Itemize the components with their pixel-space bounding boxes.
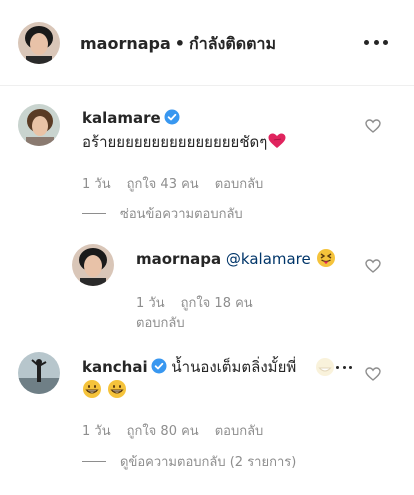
- header-avatar[interactable]: [18, 22, 60, 64]
- comment-meta: 1 วัน ถูกใจ 80 คน ตอบกลับ: [82, 420, 263, 441]
- verified-badge-icon: [151, 358, 167, 374]
- reply-reply-button[interactable]: ตอบกลับ: [136, 312, 185, 333]
- comment-username[interactable]: kanchai: [82, 358, 148, 376]
- reply-button[interactable]: ตอบกลับ: [215, 173, 264, 194]
- header-username[interactable]: maornapa: [80, 34, 171, 53]
- view-replies-button[interactable]: ดูข้อความตอบกลับ (2 รายการ): [82, 451, 296, 472]
- divider-line: [82, 461, 106, 462]
- comment-meta: 1 วัน ถูกใจ 43 คน ตอบกลับ: [82, 173, 263, 194]
- comment-avatar-kanchai[interactable]: [18, 352, 60, 394]
- grin-emoji-icon: [107, 379, 127, 399]
- comment-time[interactable]: 1 วัน: [82, 420, 111, 441]
- reply-mention[interactable]: @kalamare: [226, 250, 311, 268]
- comment-kanchai: kanchai น้ำนองเต็มตลิ่งมั้ยพี่: [82, 356, 352, 401]
- follow-status[interactable]: กำลังติดตาม: [189, 34, 276, 53]
- reply-likes[interactable]: ถูกใจ 18 คน: [181, 292, 253, 313]
- hide-replies-button[interactable]: ซ่อนข้อความตอบกลับ: [82, 203, 243, 224]
- comment-likes[interactable]: ถูกใจ 43 คน: [127, 173, 199, 194]
- comment-time[interactable]: 1 วัน: [82, 173, 111, 194]
- reply-maornapa: maornapa @kalamare: [136, 248, 356, 270]
- comment-text: อร้ายยยยยยยยยยยยยยยชัดๆ: [82, 133, 268, 151]
- comment-text: น้ำนองเต็มตลิ่งมั้ยพี่: [171, 358, 297, 376]
- comment-username[interactable]: kalamare: [82, 109, 161, 127]
- heart-icon[interactable]: [365, 258, 381, 274]
- view-replies-label: ดูข้อความตอบกลับ (2 รายการ): [120, 455, 297, 470]
- comment-kalamare: kalamare อร้ายยยยยยยยยยยยยยยชัดๆ: [82, 107, 362, 153]
- reply-meta: 1 วัน ถูกใจ 18 คน: [136, 292, 253, 313]
- header-separator: •: [174, 34, 186, 53]
- reply-time[interactable]: 1 วัน: [136, 292, 165, 313]
- grin-emoji-icon: [315, 357, 335, 377]
- tongue-emoji-icon: [316, 248, 336, 268]
- heart-emoji-icon: [267, 131, 287, 151]
- heart-icon[interactable]: [365, 366, 381, 382]
- more-icon[interactable]: [364, 30, 388, 54]
- divider-line: [82, 213, 106, 214]
- reply-avatar-maornapa[interactable]: [72, 244, 114, 286]
- hide-replies-label: ซ่อนข้อความตอบกลับ: [120, 207, 243, 222]
- comment-avatar-kalamare[interactable]: [18, 104, 60, 146]
- post-header: maornapa • กำลังติดตาม: [0, 0, 414, 86]
- reply-reply-row: ตอบกลับ: [136, 312, 185, 333]
- comment-likes[interactable]: ถูกใจ 80 คน: [127, 420, 199, 441]
- grin-emoji-icon: [82, 379, 102, 399]
- reply-username[interactable]: maornapa: [136, 250, 221, 268]
- reply-button[interactable]: ตอบกลับ: [215, 420, 264, 441]
- heart-icon[interactable]: [365, 118, 381, 134]
- verified-badge-icon: [164, 109, 180, 125]
- truncation-dots: [336, 366, 352, 369]
- header-user-line: maornapa • กำลังติดตาม: [80, 32, 276, 57]
